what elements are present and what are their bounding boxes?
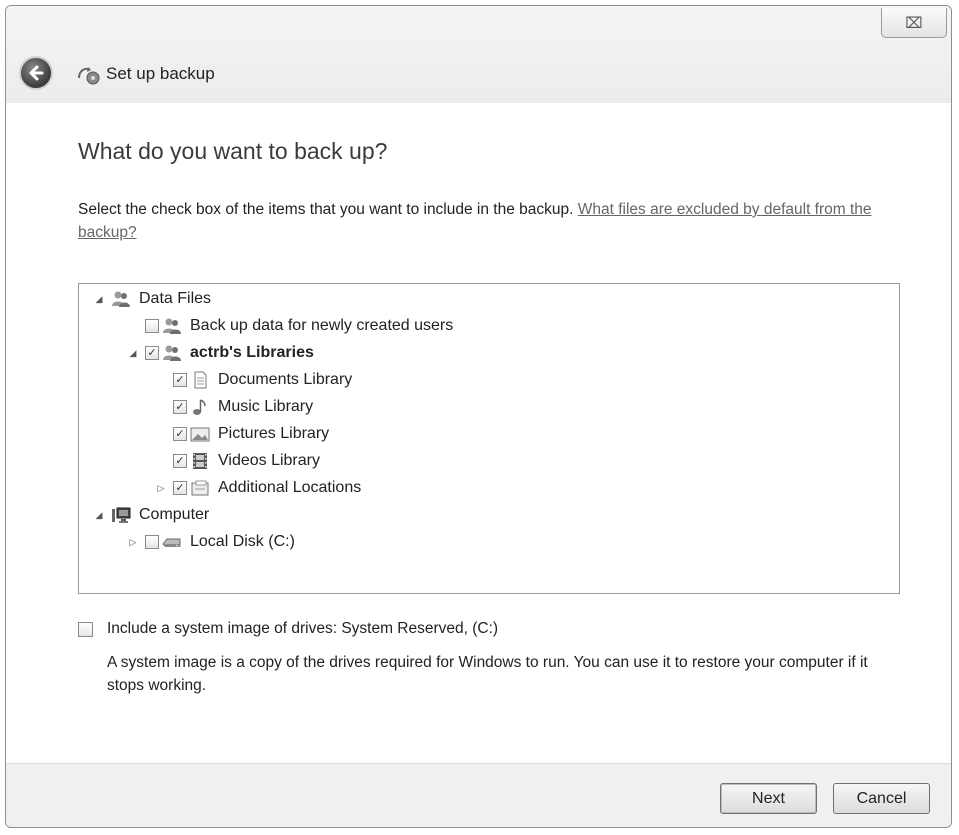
backup-items-tree: ◢ Data Files Back up data for newly crea… [78,283,900,594]
page-heading: What do you want to back up? [78,138,388,164]
tree-item-videos-library[interactable]: ✓ Videos Library [155,449,320,473]
backup-dialog: ⌧ Set up backup What do you want to back… [5,5,952,828]
cancel-button[interactable]: Cancel [833,783,930,814]
pictures-library-checkbox[interactable]: ✓ [173,427,187,441]
system-image-label: Include a system image of drives: System… [107,620,499,637]
collapsed-arrow-icon[interactable]: ▷ [155,483,167,494]
tree-item-new-users[interactable]: Back up data for newly created users [127,314,453,338]
tree-item-label: Data Files [139,290,212,307]
instructions-text: Select the check box of the items that y… [78,201,574,218]
documents-library-checkbox[interactable]: ✓ [173,373,187,387]
computer-icon [112,507,131,523]
back-arrow-icon [29,65,44,81]
expanded-arrow-icon[interactable]: ◢ [127,348,139,359]
close-button[interactable]: ⌧ [881,8,947,38]
tree-item-label: Pictures Library [218,425,330,442]
title-bar: ⌧ Set up backup [6,6,951,106]
users-icon [163,318,181,334]
window-title: Set up backup [106,64,215,83]
next-button[interactable]: Next [720,783,817,814]
tree-item-label: Additional Locations [218,479,362,496]
expanded-arrow-icon[interactable]: ◢ [93,294,105,305]
additional-locations-checkbox[interactable]: ✓ [173,481,187,495]
tree-item-label: Documents Library [218,371,353,388]
tree-item-label: Videos Library [218,452,320,469]
music-library-checkbox[interactable]: ✓ [173,400,187,414]
expanded-arrow-icon[interactable]: ◢ [93,510,105,521]
folder-icon [191,480,209,496]
tree-item-pictures-library[interactable]: ✓ Pictures Library [155,422,329,446]
collapsed-arrow-icon[interactable]: ▷ [127,537,139,548]
tree-item-additional-locations[interactable]: ▷ ✓ Additional Locations [155,476,362,500]
system-image-option[interactable]: Include a system image of drives: System… [78,620,498,638]
tree-item-label: Back up data for newly created users [190,317,454,334]
disk-icon [162,538,181,547]
new-users-checkbox[interactable] [145,319,159,333]
user-libraries-checkbox[interactable]: ✓ [145,346,159,360]
music-icon [193,399,206,415]
users-icon [112,291,130,307]
tree-item-documents-library[interactable]: ✓ Documents Library [155,368,352,392]
tree-item-music-library[interactable]: ✓ Music Library [155,395,313,419]
tree-item-local-disk[interactable]: ▷ Local Disk (C:) [127,530,295,554]
back-button[interactable] [19,56,53,90]
tree-item-user-libraries[interactable]: ◢ ✓ actrb's Libraries [127,341,314,365]
tree-item-label: Local Disk (C:) [190,533,295,550]
content-area: What do you want to back up? Select the … [6,103,951,763]
tree-item-label: actrb's Libraries [190,344,314,361]
tree-item-label: Computer [139,506,210,523]
dialog-footer: Next Cancel [6,763,951,827]
picture-icon [190,427,210,442]
tree-item-computer[interactable]: ◢ Computer [93,503,209,527]
system-image-description: A system image is a copy of the drives r… [107,654,868,694]
tree-item-label: Music Library [218,398,314,415]
tree-item-data-files[interactable]: ◢ Data Files [93,287,211,311]
document-icon [194,371,207,389]
system-image-checkbox[interactable] [78,621,93,637]
videos-library-checkbox[interactable]: ✓ [173,454,187,468]
instructions: Select the check box of the items that y… [78,198,878,244]
backup-icon [78,67,100,85]
close-icon: ⌧ [905,13,923,32]
film-icon [193,453,207,469]
users-icon [163,345,181,361]
local-disk-checkbox[interactable] [145,535,159,549]
